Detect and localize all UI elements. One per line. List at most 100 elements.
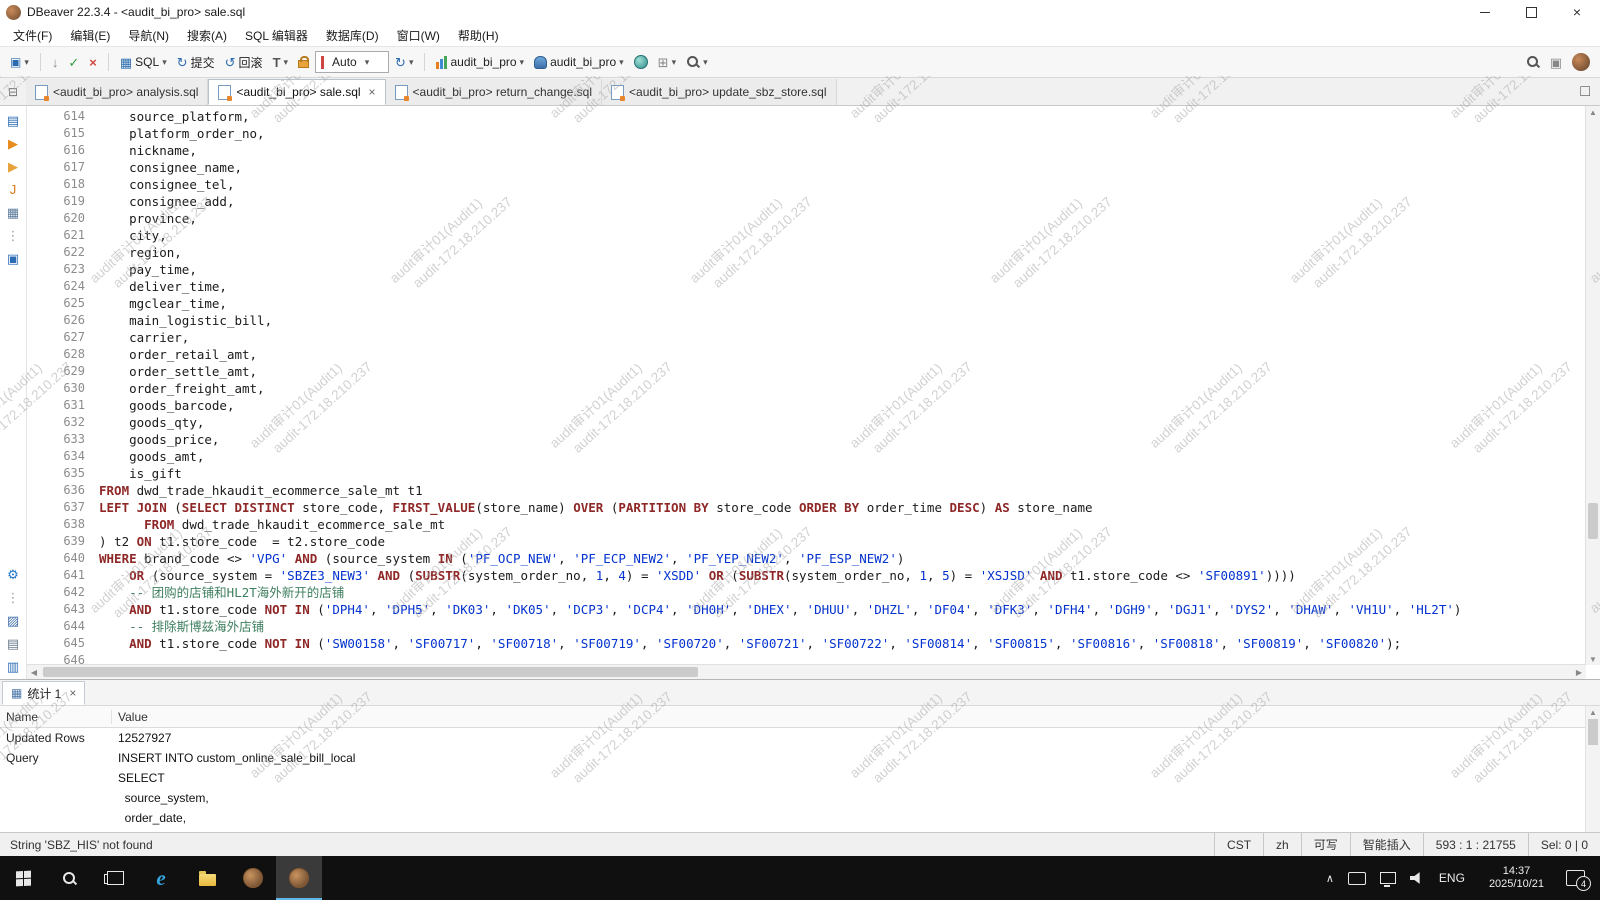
sql-menu-button[interactable]: ▦SQL▾: [116, 50, 171, 74]
code-line[interactable]: 645 AND t1.store_code NOT IN ('SW00158',…: [27, 635, 1600, 652]
history-button[interactable]: ↻▾: [391, 50, 417, 74]
code-line[interactable]: 618 consignee_tel,: [27, 176, 1600, 193]
minimize-button[interactable]: [1462, 0, 1508, 24]
scroll-down-icon[interactable]: ▼: [1586, 653, 1600, 665]
book-icon[interactable]: ▤: [7, 114, 19, 127]
menu-item[interactable]: 文件(F): [4, 27, 61, 44]
editor-tab[interactable]: <audit_bi_pro> sale.sql×: [208, 79, 385, 105]
code-line[interactable]: 616 nickname,: [27, 142, 1600, 159]
code-line[interactable]: 628 order_retail_amt,: [27, 346, 1600, 363]
close-panel-icon[interactable]: ×: [69, 686, 76, 700]
taskbar-search-button[interactable]: [46, 856, 92, 900]
editor-tab[interactable]: <audit_bi_pro> analysis.sql: [26, 79, 208, 105]
network-tray-button[interactable]: [1373, 856, 1403, 900]
menu-item[interactable]: 搜索(A): [178, 27, 236, 44]
scroll-left-icon[interactable]: ◀: [27, 665, 41, 679]
doc-check-icon[interactable]: ▥: [7, 660, 19, 673]
panel-scroll-thumb[interactable]: [1588, 719, 1598, 745]
code-line[interactable]: 633 goods_price,: [27, 431, 1600, 448]
code-line[interactable]: 644 -- 排除斯博兹海外店铺: [27, 618, 1600, 635]
maximize-button[interactable]: [1508, 0, 1554, 24]
code-line[interactable]: 636FROM dwd_trade_hkaudit_ecommerce_sale…: [27, 482, 1600, 499]
console-icon[interactable]: ▣: [7, 252, 19, 265]
menu-item[interactable]: 编辑(E): [61, 27, 119, 44]
stats-row[interactable]: Updated Rows12527927: [0, 728, 1600, 748]
drag-dots-icon[interactable]: ⋮: [7, 229, 20, 242]
lock-button[interactable]: [294, 50, 313, 74]
code-line[interactable]: 621 city,: [27, 227, 1600, 244]
statusbar-item[interactable]: 智能插入: [1350, 833, 1423, 856]
commit-mode-combo[interactable]: Auto▾: [315, 51, 389, 73]
commit-state-button[interactable]: ✓: [64, 50, 83, 74]
code-line[interactable]: 642 -- 团购的店铺和HL2T海外新开的店铺: [27, 584, 1600, 601]
code-line[interactable]: 623 pay_time,: [27, 261, 1600, 278]
sync-button[interactable]: ↓: [48, 50, 63, 74]
close-tab-icon[interactable]: ×: [369, 85, 376, 99]
dbeaver-taskbar-button-1[interactable]: [230, 856, 276, 900]
scroll-up-icon[interactable]: ▲: [1586, 106, 1600, 118]
code-line[interactable]: 632 goods_qty,: [27, 414, 1600, 431]
dbeaver-taskbar-button-2[interactable]: [276, 856, 322, 900]
gear-icon[interactable]: ⚙: [7, 568, 19, 581]
open-connection-button[interactable]: ▣▾: [6, 50, 33, 74]
layout-button[interactable]: ⊞▾: [654, 50, 680, 74]
scroll-right-icon[interactable]: ▶: [1572, 665, 1586, 679]
maximize-view-icon[interactable]: □: [1580, 83, 1590, 101]
grid-icon[interactable]: ▦: [7, 206, 19, 219]
code-line[interactable]: 641 OR (source_system = 'SBZE3_NEW3' AND…: [27, 567, 1600, 584]
task-view-button[interactable]: [92, 856, 138, 900]
column-header-name[interactable]: Name: [0, 710, 112, 724]
dbeaver-logo-button[interactable]: [1572, 53, 1590, 71]
language-indicator[interactable]: ENG: [1430, 856, 1474, 900]
code-line[interactable]: 622 region,: [27, 244, 1600, 261]
start-button[interactable]: [0, 856, 46, 900]
code-line[interactable]: 627 carrier,: [27, 329, 1600, 346]
file-explorer-button[interactable]: [184, 856, 230, 900]
code-line[interactable]: 624 deliver_time,: [27, 278, 1600, 295]
sql-editor[interactable]: 614 source_platform,615 platform_order_n…: [27, 106, 1600, 679]
code-line[interactable]: 629 order_settle_amt,: [27, 363, 1600, 380]
perspective-icon[interactable]: ▣: [1550, 56, 1562, 69]
edit-script-icon[interactable]: ▨: [7, 614, 19, 627]
menu-item[interactable]: 导航(N): [119, 27, 178, 44]
editor-tab[interactable]: <audit_bi_pro> return_change.sql: [386, 79, 602, 105]
script-alert-icon[interactable]: J: [10, 183, 17, 196]
code-area[interactable]: 614 source_platform,615 platform_order_n…: [27, 106, 1600, 664]
code-line[interactable]: 617 consignee_name,: [27, 159, 1600, 176]
database-selector[interactable]: audit_bi_pro▾: [432, 50, 528, 74]
statusbar-item[interactable]: 可写: [1301, 833, 1350, 856]
restore-panels-icon[interactable]: ⊟: [0, 78, 26, 105]
doc-icon[interactable]: ▤: [7, 637, 19, 650]
close-button[interactable]: ×: [1554, 0, 1600, 24]
code-line[interactable]: 630 order_freight_amt,: [27, 380, 1600, 397]
action-center-button[interactable]: 4: [1559, 856, 1600, 900]
quick-search-icon[interactable]: [1526, 55, 1540, 69]
statusbar-item[interactable]: Sel: 0 | 0: [1528, 833, 1600, 856]
statusbar-item[interactable]: zh: [1263, 833, 1301, 856]
code-line[interactable]: 614 source_platform,: [27, 108, 1600, 125]
menu-item[interactable]: 帮助(H): [449, 27, 508, 44]
stats-row[interactable]: QueryINSERT INTO custom_online_sale_bill…: [0, 748, 1600, 828]
menu-item[interactable]: SQL 编辑器: [236, 27, 317, 44]
editor-tab[interactable]: <audit_bi_pro> update_sbz_store.sql: [602, 79, 836, 105]
scroll-up-icon[interactable]: ▲: [1586, 706, 1600, 718]
commit-button[interactable]: ↻提交: [173, 50, 219, 74]
vertical-scroll-thumb[interactable]: [1588, 503, 1598, 539]
code-line[interactable]: 615 platform_order_no,: [27, 125, 1600, 142]
code-line[interactable]: 631 goods_barcode,: [27, 397, 1600, 414]
run-icon[interactable]: ▶: [8, 137, 18, 150]
clock[interactable]: 14:37 2025/10/21: [1474, 856, 1559, 900]
code-line[interactable]: 637LEFT JOIN (SELECT DISTINCT store_code…: [27, 499, 1600, 516]
code-line[interactable]: 638 FROM dwd_trade_hkaudit_ecommerce_sal…: [27, 516, 1600, 533]
code-line[interactable]: 643 AND t1.store_code NOT IN ('DPH4', 'D…: [27, 601, 1600, 618]
volume-tray-button[interactable]: [1403, 856, 1430, 900]
rollback-button[interactable]: ↺回滚: [221, 50, 267, 74]
transaction-mode-button[interactable]: T▾: [269, 50, 292, 74]
code-line[interactable]: 640WHERE brand_code <> 'VPG' AND (source…: [27, 550, 1600, 567]
schema-selector[interactable]: audit_bi_pro▾: [530, 50, 628, 74]
menu-item[interactable]: 窗口(W): [388, 27, 449, 44]
horizontal-scrollbar[interactable]: ◀ ▶: [27, 664, 1586, 679]
code-line[interactable]: 635 is_gift: [27, 465, 1600, 482]
code-line[interactable]: 626 main_logistic_bill,: [27, 312, 1600, 329]
vertical-scrollbar[interactable]: ▲ ▼: [1585, 106, 1600, 665]
